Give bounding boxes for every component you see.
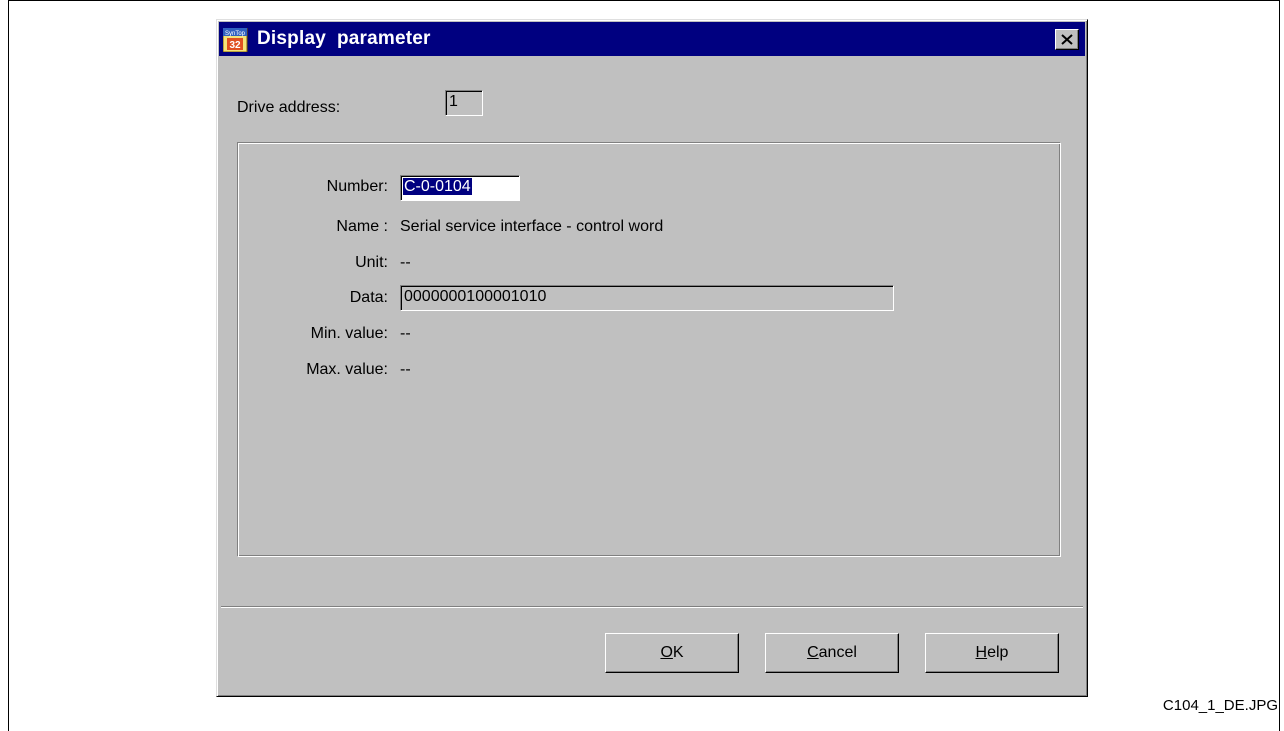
image-caption: C104_1_DE.JPG <box>1162 697 1278 714</box>
data-label: Data: <box>349 289 388 306</box>
number-input-selection: C-0-0104 <box>403 178 472 195</box>
data-field: 0000000100001010 <box>400 285 894 311</box>
title-bar[interactable]: SynTop 32 Display parameter <box>219 22 1085 56</box>
drive-address-field: 1 <box>445 90 483 116</box>
max-value-label: Max. value: <box>306 361 388 378</box>
number-input[interactable]: C-0-0104 <box>400 175 520 201</box>
name-value: Serial service interface - control word <box>400 218 664 235</box>
window-title: Display parameter <box>257 28 431 49</box>
ok-button[interactable]: OK <box>605 633 739 673</box>
drive-address-label: Drive address: <box>237 99 341 116</box>
cancel-button[interactable]: Cancel <box>765 633 899 673</box>
close-button[interactable] <box>1055 29 1079 50</box>
close-icon <box>1061 34 1073 45</box>
help-button[interactable]: Help <box>925 633 1059 673</box>
unit-value: -- <box>400 254 411 271</box>
number-label: Number: <box>326 178 388 195</box>
unit-label: Unit: <box>355 254 388 271</box>
separator <box>221 606 1083 608</box>
max-value: -- <box>400 361 411 378</box>
display-parameter-dialog: SynTop 32 Display parameter Drive addres… <box>216 19 1088 697</box>
app-icon: SynTop 32 <box>222 27 249 53</box>
min-value: -- <box>400 325 411 342</box>
name-label: Name : <box>336 218 388 235</box>
min-value-label: Min. value: <box>310 325 388 342</box>
svg-text:32: 32 <box>229 40 241 51</box>
parameter-group-box: Number: C-0-0104 Name : Serial service i… <box>237 142 1061 557</box>
svg-text:SynTop: SynTop <box>225 31 246 37</box>
